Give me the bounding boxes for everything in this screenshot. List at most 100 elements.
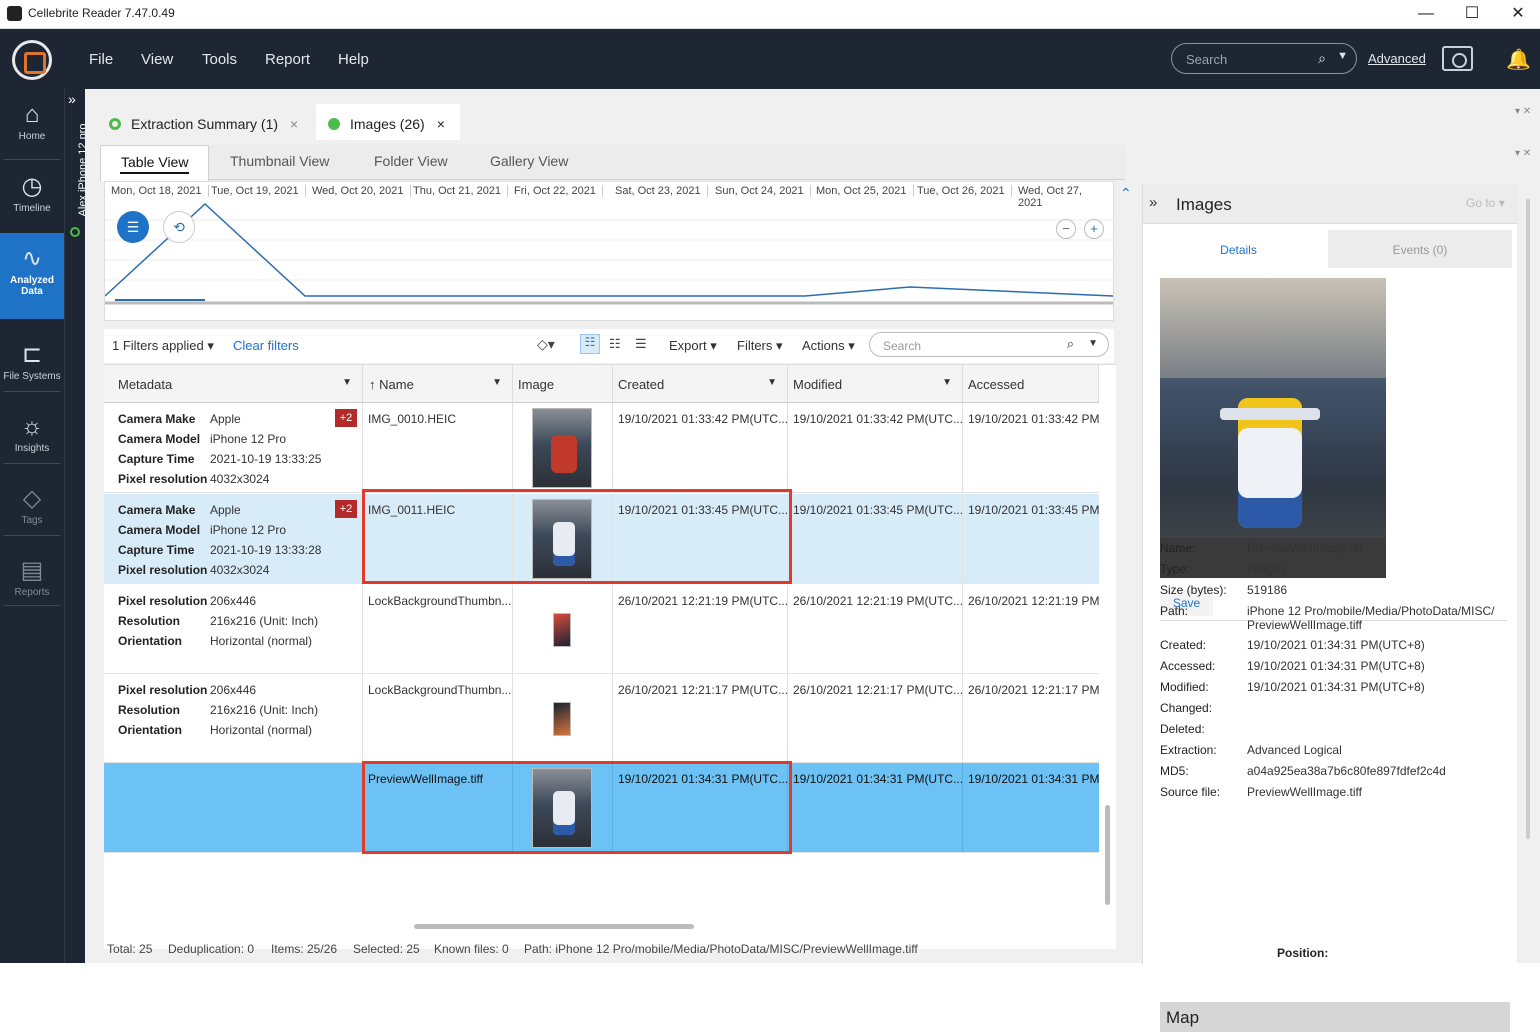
vertical-scroll-thumb[interactable] (1105, 805, 1110, 905)
name-cell: LockBackgroundThumbn... (363, 674, 513, 762)
close-tab-icon[interactable]: × (290, 116, 298, 132)
tab-images[interactable]: Images (26) × (316, 104, 460, 140)
name-cell: LockBackgroundThumbn... (363, 585, 513, 673)
menu-view[interactable]: View (141, 51, 173, 68)
nav-file-systems[interactable]: ⊏ File Systems (0, 329, 64, 399)
image-thumbnail[interactable] (532, 408, 592, 488)
search-dropdown-icon[interactable]: ▼ (1337, 50, 1348, 62)
column-created[interactable]: Created ▼ (613, 365, 788, 403)
panel-scrollbar[interactable] (1526, 199, 1530, 839)
timeline-date: Mon, Oct 18, 2021 (111, 185, 209, 197)
tab-gallery-view[interactable]: Gallery View (490, 153, 568, 169)
collapse-panel-icon[interactable]: » (1149, 194, 1157, 211)
details-panel-header: » Images Go to ▾ (1143, 184, 1518, 224)
pane-menu-icon-2[interactable]: ▾ ✕ (1515, 148, 1531, 159)
vertical-scrollbar[interactable] (1104, 407, 1112, 917)
filters-button[interactable]: Filters ▾ (737, 338, 783, 354)
search-icon[interactable]: ⌕ (1067, 336, 1074, 352)
collapse-up-icon[interactable]: ⌃ (1120, 185, 1132, 202)
pane-menu-icon[interactable]: ▾ ✕ (1515, 106, 1531, 117)
created-cell: 26/10/2021 12:21:17 PM(UTC... (613, 674, 788, 762)
metadata-line: Resolution 216x216 (Unit: Inch) (118, 614, 319, 628)
clear-filters-link[interactable]: Clear filters (233, 338, 299, 353)
column-modified[interactable]: Modified ▼ (788, 365, 963, 403)
export-button[interactable]: Export ▾ (669, 338, 717, 354)
detail-label: Size (bytes): (1160, 583, 1227, 597)
refresh-icon[interactable]: ⟲ (163, 211, 195, 243)
maximize-button[interactable]: ☐ (1452, 2, 1492, 26)
image-cell[interactable] (513, 674, 613, 762)
nav-timeline[interactable]: ◷ Timeline (0, 161, 64, 231)
panel-title: Images (1176, 195, 1232, 214)
list-icon[interactable]: ☰ (117, 211, 149, 243)
bulb-icon: ☼ (21, 413, 43, 440)
advanced-search-link[interactable]: Advanced (1368, 51, 1426, 66)
nav-file-systems-label: File Systems (3, 371, 61, 382)
image-preview[interactable] (1160, 278, 1386, 578)
filters-applied-dropdown[interactable]: 1 Filters applied ▾ (112, 338, 214, 354)
column-name[interactable]: ↑ Name ▼ (363, 365, 513, 403)
nav-insights[interactable]: ☼ Insights (0, 401, 64, 471)
search-icon[interactable]: ⌕ (1318, 50, 1326, 67)
more-metadata-badge[interactable]: +2 (335, 409, 357, 427)
zoom-out-icon[interactable]: − (1056, 219, 1076, 239)
image-cell[interactable] (513, 585, 613, 673)
app-icon (7, 6, 22, 21)
menu-help[interactable]: Help (338, 51, 369, 68)
minimize-button[interactable]: — (1406, 2, 1446, 26)
tab-thumbnail-view[interactable]: Thumbnail View (230, 153, 329, 169)
zoom-in-icon[interactable]: + (1084, 219, 1104, 239)
column-image[interactable]: Image (513, 365, 613, 403)
metadata-line: Orientation Horizontal (normal) (118, 634, 313, 648)
column-metadata[interactable]: Metadata ▼ (104, 365, 363, 403)
global-search-input[interactable]: Search ⌕ ▼ (1171, 43, 1357, 74)
tab-folder-view[interactable]: Folder View (374, 153, 448, 169)
column-accessed[interactable]: Accessed (963, 365, 1099, 403)
image-thumbnail[interactable] (553, 702, 571, 736)
column-metadata-label: Metadata (118, 377, 173, 392)
close-tab-icon[interactable]: × (437, 116, 445, 132)
table-row[interactable]: Pixel resolution 206x446 Resolution 216x21… (104, 585, 1099, 674)
search-dropdown-icon[interactable]: ▼ (1088, 338, 1098, 349)
close-window-button[interactable]: ✕ (1498, 2, 1538, 26)
modified-cell: 19/10/2021 01:33:42 PM(UTC... (788, 403, 963, 492)
home-icon: ⌂ (24, 101, 40, 128)
nav-analyzed-data[interactable]: ∿ Analyzed Data (0, 233, 64, 319)
horizontal-scroll-thumb[interactable] (414, 924, 694, 929)
tab-details[interactable]: Details (1149, 230, 1328, 268)
checklist-icon[interactable]: ☷ (609, 336, 621, 352)
screenshot-icon[interactable] (1442, 46, 1473, 71)
timeline-date: Tue, Oct 26, 2021 (917, 185, 1012, 197)
details-panel: » Images Go to ▾ Details Events (0) Save… (1142, 184, 1518, 1032)
table-view-icon[interactable]: ☷ (580, 334, 600, 354)
clock-icon: ◷ (21, 173, 43, 200)
timeline-chart[interactable]: Mon, Oct 18, 2021 Tue, Oct 19, 2021 Wed,… (104, 181, 1114, 321)
menu-file[interactable]: File (89, 51, 113, 68)
map-section-header[interactable]: Map (1160, 1002, 1510, 1032)
more-metadata-badge[interactable]: +2 (335, 500, 357, 518)
nav-insights-label: Insights (14, 443, 50, 454)
menu-report[interactable]: Report (265, 51, 310, 68)
table-row[interactable]: Pixel resolution 206x446 Resolution 216x21… (104, 674, 1099, 763)
expand-icon[interactable]: » (68, 91, 76, 107)
nav-tags[interactable]: ◇ Tags (0, 473, 64, 543)
table-search-input[interactable]: Search ⌕ ▼ (869, 332, 1109, 357)
list-detail-icon[interactable]: ☰ (635, 336, 647, 352)
metadata-cell: Pixel resolution 206x446 Resolution 216x21… (104, 674, 363, 762)
actions-button[interactable]: Actions ▾ (802, 338, 855, 354)
tag-filter-icon[interactable]: ◇▾ (537, 336, 555, 353)
tab-events[interactable]: Events (0) (1328, 230, 1512, 268)
detail-value: iPhone 12 Pro/mobile/Media/PhotoData/MIS… (1247, 604, 1495, 632)
bell-icon[interactable]: 🔔 (1506, 47, 1531, 72)
tab-extraction-summary[interactable]: Extraction Summary (1) × (96, 104, 307, 140)
image-thumbnail[interactable] (553, 613, 571, 647)
menu-tools[interactable]: Tools (202, 51, 237, 68)
tab-table-view[interactable]: Table View (100, 145, 210, 181)
nav-analyzed-data-label: Analyzed Data (10, 275, 54, 297)
timeline-date: Mon, Oct 25, 2021 (816, 185, 914, 197)
modified-cell: 26/10/2021 12:21:19 PM(UTC... (788, 585, 963, 673)
nav-home[interactable]: ⌂ Home (0, 89, 64, 159)
image-cell[interactable] (513, 403, 613, 492)
goto-dropdown[interactable]: Go to ▾ (1466, 196, 1505, 210)
table-row[interactable]: Camera Make Apple Camera Model iPhone 12 P… (104, 403, 1099, 493)
